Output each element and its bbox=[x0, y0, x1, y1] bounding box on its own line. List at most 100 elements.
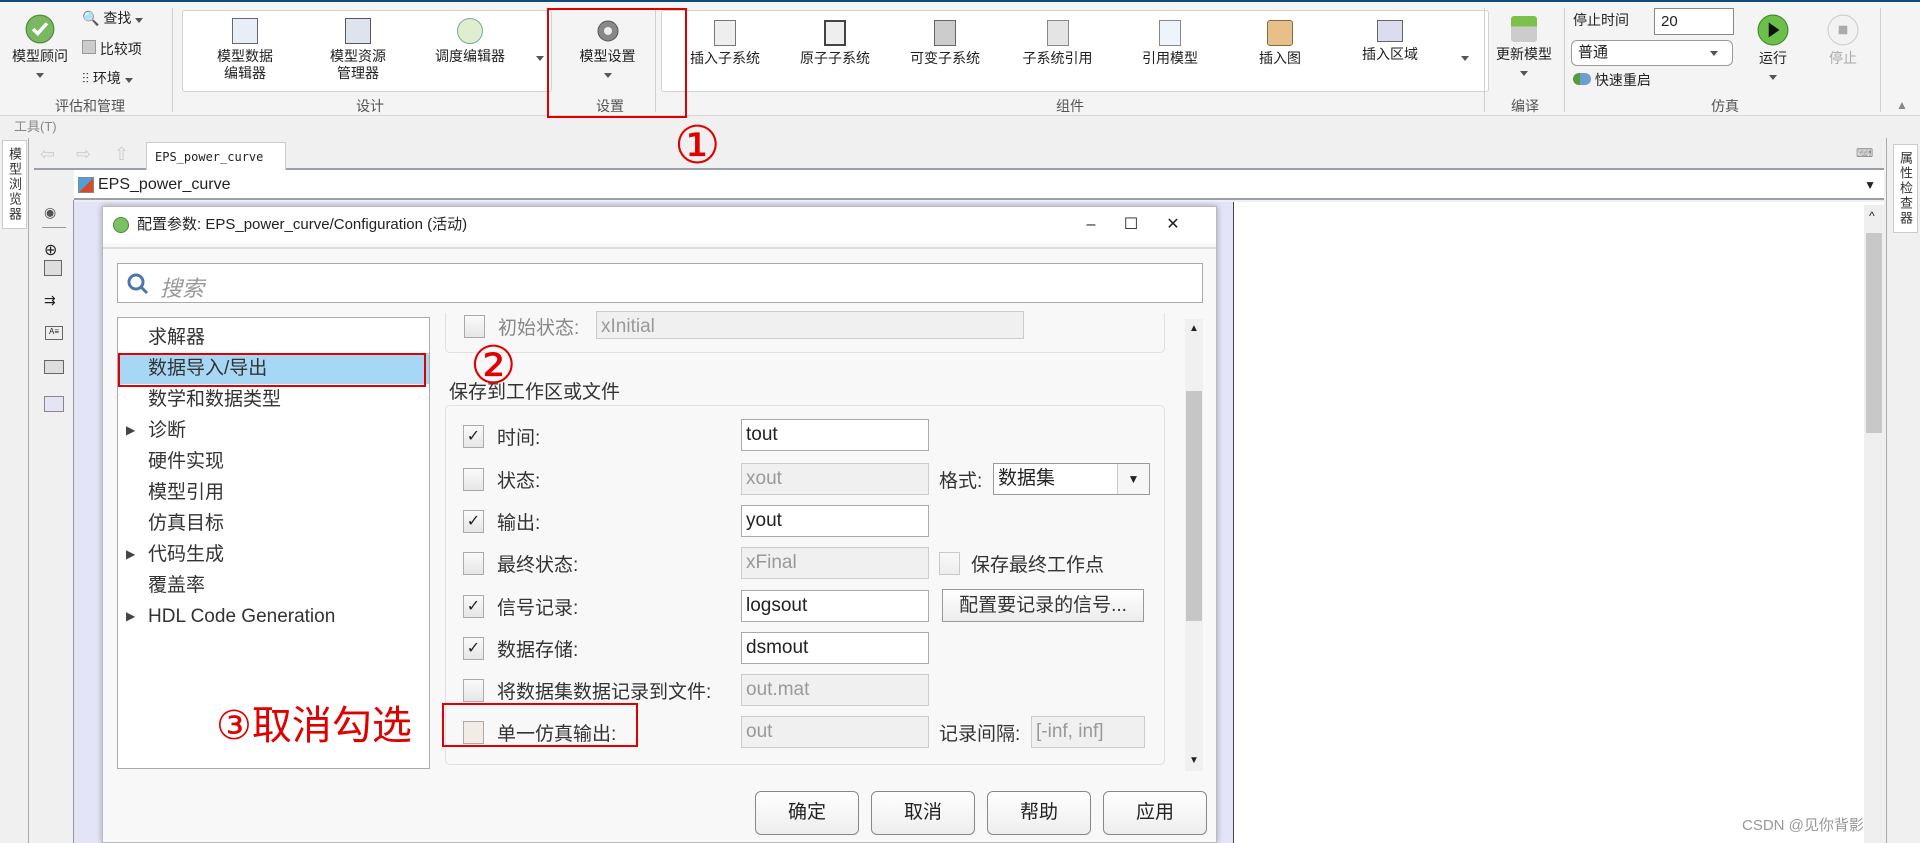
cancel-button[interactable]: 取消 bbox=[871, 791, 975, 835]
collapse-ribbon-icon[interactable]: ▲ bbox=[1896, 98, 1908, 112]
watermark: CSDN @见你背影 bbox=[1742, 817, 1864, 834]
image-icon[interactable] bbox=[44, 360, 64, 374]
format-select[interactable]: 数据集 ▼ bbox=[993, 463, 1150, 495]
tree-item-hardware[interactable]: 硬件实现 bbox=[118, 446, 429, 477]
dialog-titlebar: 配置参数: EPS_power_curve/Configuration (活动) bbox=[103, 207, 1216, 243]
settings-scrollbar[interactable]: ▲ ▼ bbox=[1185, 319, 1203, 771]
fast-restart-button[interactable]: 快速重启 bbox=[1573, 72, 1651, 89]
back-arrow-icon[interactable]: ⇦ bbox=[40, 144, 55, 165]
atomic-subsystem-button[interactable]: 原子子系统 bbox=[790, 20, 880, 67]
document-tab[interactable]: EPS_power_curve bbox=[146, 142, 286, 170]
close-button[interactable]: ✕ bbox=[1153, 207, 1193, 243]
model-settings-button[interactable]: 模型设置 bbox=[565, 18, 650, 82]
model-advisor-button[interactable]: 模型顾问 bbox=[10, 14, 70, 82]
expand-arrow-icon[interactable]: ▶ bbox=[126, 539, 135, 570]
tree-item-data-import-export[interactable]: 数据导入/导出 bbox=[118, 353, 429, 384]
scroll-thumb[interactable] bbox=[1866, 233, 1882, 433]
data-stores-checkbox[interactable]: ✓ bbox=[463, 637, 484, 660]
simulation-mode-select[interactable]: 普通 bbox=[1571, 40, 1733, 66]
maximize-button[interactable]: ☐ bbox=[1111, 207, 1151, 243]
scroll-up-icon[interactable]: ▲ bbox=[1189, 323, 1199, 334]
model-browser-tab[interactable]: 模型浏览器 bbox=[2, 140, 27, 229]
tree-item-math-data-types[interactable]: 数学和数据类型 bbox=[118, 384, 429, 415]
arrows-icon[interactable]: ⇉ bbox=[44, 292, 56, 309]
area-icon[interactable] bbox=[44, 396, 64, 412]
expand-arrow-icon[interactable]: ▶ bbox=[126, 601, 135, 632]
fast-restart-icon bbox=[1573, 73, 1591, 85]
toolstrip: 模型顾问 🔍 查找 比较项 ⫶⫶ 环境 评估和管理 模型数据 编辑器 模型资源 管理… bbox=[0, 2, 1920, 116]
initial-state-checkbox[interactable] bbox=[464, 315, 485, 338]
insert-subsystem-button[interactable]: 插入子系统 bbox=[680, 20, 770, 67]
design-more-button[interactable] bbox=[536, 48, 544, 65]
model-reference-button[interactable]: 引用模型 bbox=[1125, 20, 1215, 67]
states-checkbox[interactable] bbox=[463, 468, 484, 491]
model-explorer-button[interactable]: 模型资源 管理器 bbox=[318, 18, 398, 82]
update-model-button[interactable]: 更新模型 bbox=[1490, 16, 1558, 80]
fit-view-icon[interactable] bbox=[44, 260, 62, 276]
time-checkbox[interactable]: ✓ bbox=[463, 425, 484, 448]
tree-item-code-generation[interactable]: ▶ 代码生成 bbox=[118, 539, 429, 570]
log-interval-input[interactable]: [-inf, inf] bbox=[1031, 716, 1145, 748]
log-file-input[interactable]: out.mat bbox=[741, 674, 929, 706]
output-checkbox[interactable]: ✓ bbox=[463, 510, 484, 533]
configure-signals-button[interactable]: 配置要记录的信号... bbox=[942, 589, 1144, 622]
keyboard-icon[interactable]: ⌨ bbox=[1856, 146, 1873, 160]
zoom-icon[interactable]: ⊕ bbox=[44, 240, 57, 260]
signal-logging-input[interactable]: logsout bbox=[741, 590, 929, 622]
schedule-editor-icon bbox=[457, 18, 483, 44]
save-final-op-checkbox[interactable] bbox=[939, 552, 960, 575]
tree-item-diagnostics[interactable]: ▶ 诊断 bbox=[118, 415, 429, 446]
tree-item-solver[interactable]: 求解器 bbox=[118, 322, 429, 353]
find-button[interactable]: 🔍 查找 bbox=[82, 10, 144, 27]
log-to-file-checkbox[interactable] bbox=[463, 679, 484, 702]
scroll-up-icon[interactable]: ^ bbox=[1869, 209, 1875, 223]
annotation-icon[interactable]: A≡ bbox=[45, 326, 63, 340]
insert-chart-button[interactable]: 插入图 bbox=[1240, 20, 1320, 67]
run-button[interactable]: 运行 bbox=[1752, 14, 1794, 84]
menu-tools[interactable]: 工具(T) bbox=[0, 117, 1920, 137]
stop-time-input[interactable]: 20 bbox=[1654, 8, 1734, 35]
compare-button[interactable]: 比较项 bbox=[82, 40, 142, 58]
canvas-scrollbar[interactable]: ^ bbox=[1864, 205, 1884, 843]
final-state-input[interactable]: xFinal bbox=[741, 547, 929, 579]
property-inspector-tab[interactable]: 属性检查器 bbox=[1893, 144, 1918, 233]
environment-button[interactable]: ⫶⫶ 环境 bbox=[82, 70, 133, 87]
chevron-down-icon[interactable]: ▼ bbox=[1864, 170, 1876, 200]
output-input[interactable]: yout bbox=[741, 505, 929, 537]
tree-item-hdl[interactable]: ▶ HDL Code Generation bbox=[118, 601, 429, 632]
time-input[interactable]: tout bbox=[741, 419, 929, 451]
variant-subsystem-button[interactable]: 可变子系统 bbox=[900, 20, 990, 67]
subsystem-reference-button[interactable]: 子系统引用 bbox=[1010, 20, 1105, 67]
stop-icon bbox=[1827, 14, 1859, 46]
data-stores-input[interactable]: dsmout bbox=[741, 632, 929, 664]
canvas-white-region[interactable] bbox=[1233, 202, 1884, 843]
forward-arrow-icon[interactable]: ⇨ bbox=[76, 144, 91, 165]
ok-button[interactable]: 确定 bbox=[755, 791, 859, 835]
search-input[interactable]: 搜索 bbox=[117, 263, 1203, 303]
insert-area-button[interactable]: 插入区域 bbox=[1350, 20, 1430, 63]
stop-button[interactable]: 停止 bbox=[1822, 14, 1864, 67]
component-more-button[interactable] bbox=[1461, 48, 1469, 65]
help-button[interactable]: 帮助 bbox=[987, 791, 1091, 835]
scroll-thumb[interactable] bbox=[1186, 391, 1202, 621]
tree-item-model-reference[interactable]: 模型引用 bbox=[118, 477, 429, 508]
schedule-editor-button[interactable]: 调度编辑器 bbox=[425, 18, 515, 65]
tree-item-simulation-target[interactable]: 仿真目标 bbox=[118, 508, 429, 539]
chevron-down-icon bbox=[36, 73, 44, 78]
up-arrow-icon[interactable]: ⇧ bbox=[114, 144, 129, 165]
final-state-checkbox[interactable] bbox=[463, 552, 484, 575]
apply-button[interactable]: 应用 bbox=[1103, 791, 1207, 835]
hide-browser-icon[interactable]: ◉ bbox=[44, 204, 56, 221]
minimize-button[interactable]: – bbox=[1071, 207, 1111, 243]
signal-logging-checkbox[interactable]: ✓ bbox=[463, 595, 484, 618]
initial-state-input[interactable]: xInitial bbox=[596, 311, 1024, 339]
scroll-down-icon[interactable]: ▼ bbox=[1189, 755, 1199, 766]
model-data-editor-button[interactable]: 模型数据 编辑器 bbox=[205, 18, 285, 82]
expand-arrow-icon[interactable]: ▶ bbox=[126, 415, 135, 446]
chevron-down-icon bbox=[1710, 51, 1718, 56]
single-sim-output-checkbox[interactable] bbox=[463, 721, 484, 744]
model-path[interactable]: EPS_power_curve bbox=[98, 176, 231, 193]
states-input[interactable]: xout bbox=[741, 463, 929, 495]
single-sim-output-input[interactable]: out bbox=[741, 716, 929, 748]
tree-item-coverage[interactable]: 覆盖率 bbox=[118, 570, 429, 601]
